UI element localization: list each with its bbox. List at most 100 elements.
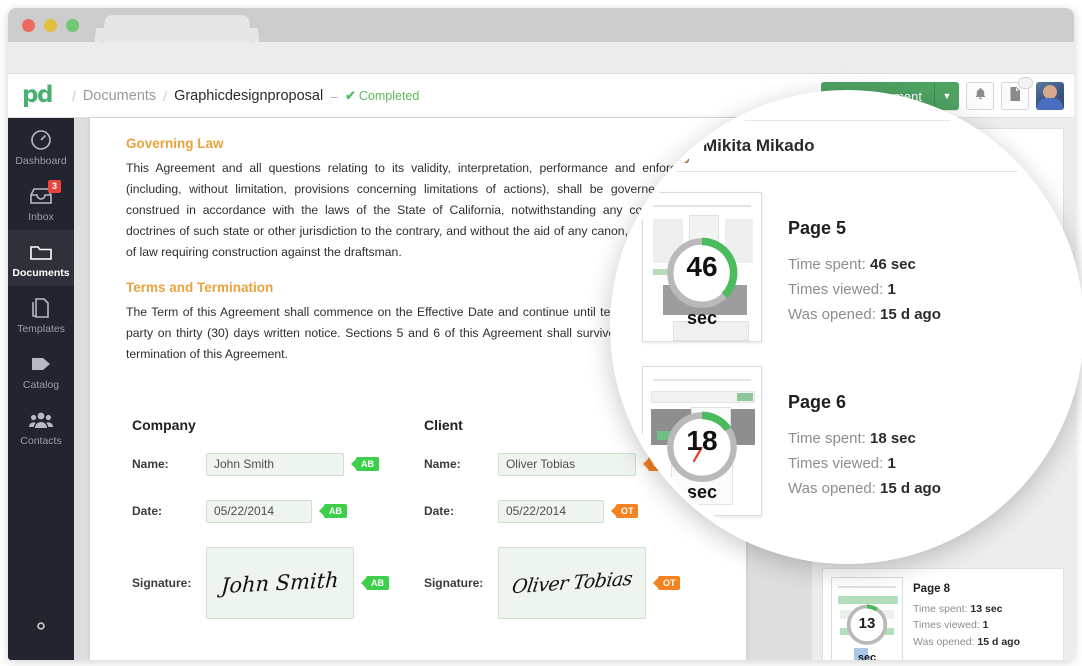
templates-icon: [30, 295, 52, 321]
analytics-user-name: Mikita Mikado: [703, 136, 815, 155]
analytics-user-selector[interactable]: Mikita Mikado: [642, 120, 1074, 172]
company-date-input[interactable]: 05/22/2014: [206, 499, 312, 523]
company-heading: Company: [132, 416, 196, 433]
time-spent-label: Time spent:: [913, 603, 968, 615]
gauge-unit: sec: [857, 652, 877, 660]
minimize-window-button[interactable]: [44, 19, 57, 32]
company-signature-row: Signature: John Smith AB: [132, 546, 424, 619]
sidebar-item-templates[interactable]: Templates: [8, 286, 74, 342]
page-thumbnail[interactable]: 13 sec: [831, 577, 903, 660]
page-thumbnail[interactable]: 18 sec: [642, 366, 762, 516]
screenshot-root: pd / Documents / Graphicdesignproposal –…: [0, 0, 1082, 666]
sidebar-item-label: Templates: [17, 323, 65, 335]
sidebar-item-label: Contacts: [20, 435, 62, 447]
time-spent-value: 46 sec: [869, 256, 916, 273]
times-viewed-label: Times viewed:: [788, 280, 884, 298]
time-spent-label: Time spent:: [788, 256, 866, 273]
sidebar-item-label: Inbox: [28, 211, 54, 223]
company-signature-label: Signature:: [132, 575, 192, 590]
time-spent-label: Time spent:: [788, 430, 866, 447]
page-title: Page 6: [788, 392, 847, 412]
magnifier-content: Mikita Mikado 46 sec Page 5 Time spent: …: [616, 96, 1078, 558]
was-opened-value: 15 d ago: [977, 635, 1021, 648]
was-opened-line: Was opened: 15 d ago: [788, 303, 941, 328]
company-signature-tag: AB: [366, 575, 389, 590]
company-signature-value: John Smith: [220, 567, 340, 599]
company-date-label: Date:: [132, 504, 163, 519]
company-name-label: Name:: [132, 457, 169, 472]
breadcrumb-separator-2: /: [163, 87, 168, 104]
client-signature-label: Signature:: [423, 575, 484, 590]
company-name-input[interactable]: John Smith: [206, 452, 344, 476]
gauge-unit: sec: [686, 482, 718, 502]
browser-tab[interactable]: [102, 15, 252, 43]
company-date-row: Date: 05/22/2014 AB: [132, 499, 424, 523]
contacts-icon: [29, 407, 53, 433]
magnified-page-card-0[interactable]: 46 sec Page 5 Time spent: 46 sec Times v…: [642, 192, 941, 342]
was-opened-line: Was opened: 15 d ago: [913, 634, 1020, 650]
sidebar-item-catalog[interactable]: Catalog: [8, 342, 74, 398]
was-opened-label: Was opened:: [788, 305, 876, 323]
time-spent-line: Time spent: 46 sec: [788, 253, 941, 278]
document-count-badge: [1018, 77, 1033, 89]
folder-icon: [29, 239, 53, 265]
times-viewed-line: Times viewed: 1: [788, 278, 941, 303]
browser-toolbar: [8, 42, 1074, 74]
dashboard-icon: [30, 127, 52, 153]
tag-icon: [30, 351, 52, 377]
status-badge: Completed: [358, 88, 420, 103]
browser-titlebar: [8, 8, 1074, 43]
inbox-badge: 3: [48, 180, 61, 193]
window-controls: [22, 19, 79, 32]
magnified-page-card-1[interactable]: 18 sec Page 6 Time spent: 18 sec Times v…: [642, 366, 941, 516]
analytics-page-card-2[interactable]: 13 sec Page 8 Time spent: 13 sec Times v…: [822, 568, 1064, 660]
was-opened-value: 15 d ago: [880, 305, 941, 323]
signature-block-company: Company Name: John Smith AB Date: 05/22/…: [132, 417, 424, 619]
sidebar-item-dashboard[interactable]: Dashboard: [8, 118, 74, 174]
maximize-window-button[interactable]: [66, 19, 79, 32]
times-viewed-line: Times viewed: 1: [913, 617, 1020, 633]
was-opened-value: 15 d ago: [880, 479, 941, 497]
client-signature-tag: OT: [657, 575, 681, 590]
breadcrumb-dash: –: [330, 87, 338, 104]
breadcrumb-documents-link[interactable]: Documents: [83, 88, 156, 104]
breadcrumb-separator-1: /: [71, 87, 76, 104]
client-date-input[interactable]: 05/22/2014: [497, 499, 604, 523]
gauge-unit: sec: [686, 308, 718, 328]
company-signature-field[interactable]: John Smith: [206, 546, 354, 619]
sidebar-item-label: Documents: [12, 267, 70, 279]
time-spent-value: 13 sec: [970, 603, 1003, 615]
breadcrumb-current-document: Graphicdesignproposal: [174, 87, 324, 104]
avatar-status-badge: [678, 152, 688, 162]
sidebar-item-label: Catalog: [22, 379, 60, 391]
company-name-row: Name: John Smith AB: [132, 452, 424, 476]
chevron-down-icon[interactable]: [1049, 142, 1061, 150]
times-viewed-value: 1: [982, 619, 989, 632]
sidebar: Dashboard 3 Inbox Documents Templates Ca…: [8, 118, 74, 660]
gauge-seconds: 13: [858, 614, 876, 632]
user-avatar: [655, 129, 689, 163]
sidebar-item-inbox[interactable]: 3 Inbox: [8, 174, 74, 230]
was-opened-line: Was opened: 15 d ago: [788, 477, 941, 502]
was-opened-label: Was opened:: [913, 635, 975, 648]
time-spent-line: Time spent: 13 sec: [913, 601, 1020, 617]
company-date-tag: AB: [324, 504, 347, 519]
check-icon: ✔: [344, 87, 356, 103]
page-thumbnail[interactable]: 46 sec: [642, 192, 762, 342]
sidebar-item-contacts[interactable]: Contacts: [8, 398, 74, 454]
was-opened-label: Was opened:: [788, 479, 876, 497]
times-viewed-label: Times viewed:: [913, 619, 980, 632]
gear-icon: [30, 615, 52, 642]
pandadoc-logo[interactable]: pd: [22, 84, 53, 107]
time-spent-line: Time spent: 18 sec: [788, 427, 941, 452]
times-viewed-value: 1: [887, 454, 896, 472]
close-window-button[interactable]: [22, 19, 35, 32]
sidebar-item-label: Dashboard: [15, 155, 67, 167]
sidebar-item-documents[interactable]: Documents: [8, 230, 74, 286]
magnifier-lens: Mikita Mikado 46 sec Page 5 Time spent: …: [610, 90, 1082, 564]
settings-button[interactable]: [8, 615, 74, 642]
company-name-tag: AB: [356, 457, 379, 472]
client-signature-value: Oliver Tobias: [510, 567, 634, 599]
page-title: Page 8: [913, 583, 951, 595]
time-spent-value: 18 sec: [869, 430, 916, 447]
